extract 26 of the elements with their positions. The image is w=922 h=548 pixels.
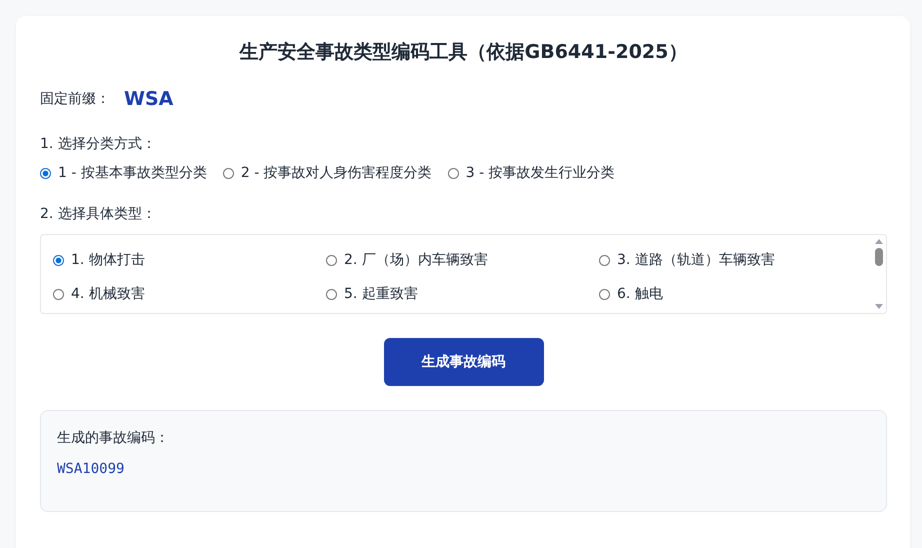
type-option[interactable]: 6. 触电 — [599, 285, 860, 303]
type-option[interactable]: 4. 机械致害 — [53, 285, 326, 303]
classification-option[interactable]: 3 - 按事故发生行业分类 — [448, 164, 615, 182]
radio-button[interactable] — [599, 254, 610, 266]
section-label: 2. 选择具体类型： — [40, 205, 157, 224]
type-option[interactable]: 1. 物体打击 — [53, 251, 326, 269]
radio-button[interactable] — [326, 288, 337, 300]
type-option[interactable]: 5. 起重致害 — [326, 285, 599, 303]
type-option[interactable]: 3. 道路（轨道）车辆致害 — [599, 251, 860, 269]
radio-button[interactable] — [326, 254, 337, 266]
radio-button[interactable] — [40, 168, 51, 178]
page-title: 生产安全事故类型编码工具（依据GB6441-2025） — [238, 40, 688, 65]
result-label: 生成的事故编码： — [57, 429, 170, 447]
radio-button[interactable] — [448, 168, 459, 178]
prefix-value: WSA — [124, 88, 174, 110]
classification-option[interactable]: 1 - 按基本事故类型分类 — [40, 164, 207, 182]
generate-button[interactable]: 生成事故编码 — [384, 338, 544, 386]
classification-option[interactable]: 2 - 按事故对人身伤害程度分类 — [222, 164, 432, 182]
radio-button[interactable] — [222, 168, 234, 178]
type-option[interactable]: 2. 厂（场）内车辆致害 — [326, 251, 599, 269]
prefix-label: 固定前缀： — [40, 90, 110, 108]
radio-button[interactable] — [53, 254, 64, 266]
result-code: WSA10099 — [57, 461, 126, 477]
section-label: 1. 选择分类方式： — [40, 135, 157, 154]
radio-button[interactable] — [599, 288, 610, 300]
radio-button[interactable] — [53, 288, 64, 300]
